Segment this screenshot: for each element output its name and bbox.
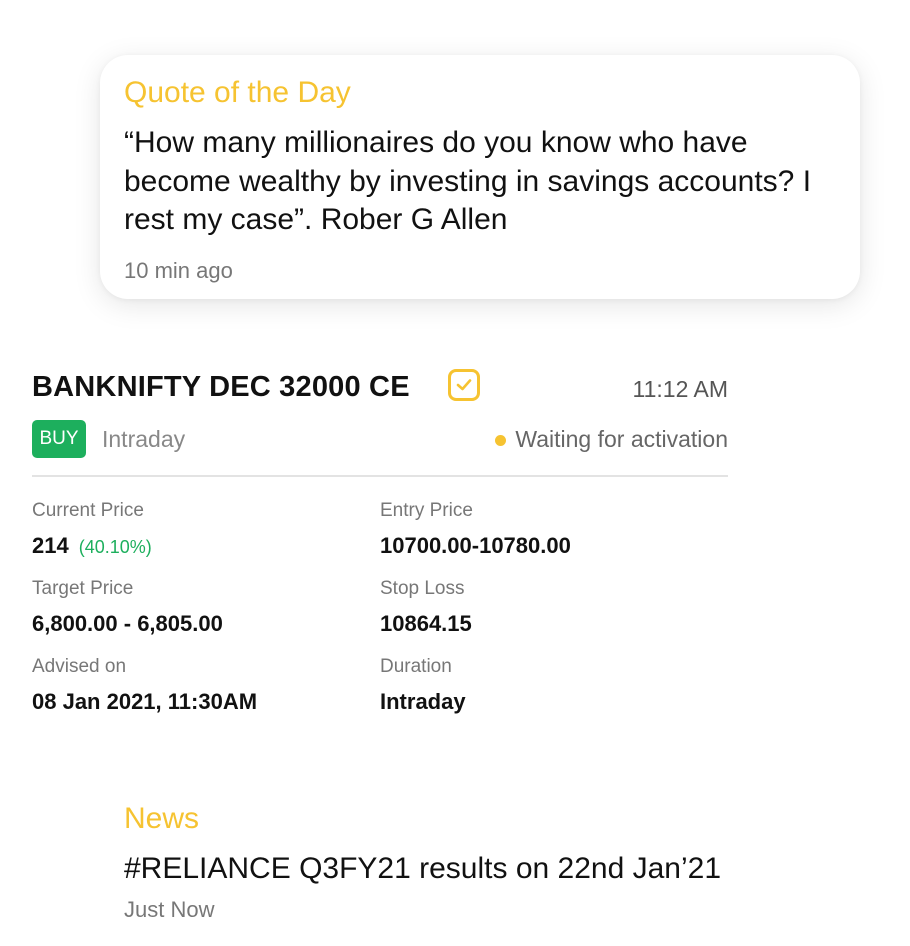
trade-header: BANKNIFTY DEC 32000 CE 11:12 AM	[32, 368, 728, 408]
stop-loss-block: Stop Loss 10864.15	[380, 578, 472, 637]
current-price-block: Current Price 214 (40.10%)	[32, 500, 152, 560]
advised-on-block: Advised on 08 Jan 2021, 11:30AM	[32, 656, 257, 715]
stop-loss-label: Stop Loss	[380, 578, 465, 599]
entry-price-value: 10700.00-10780.00	[380, 533, 571, 558]
news-heading: News	[124, 802, 200, 835]
check-square-icon[interactable]	[448, 369, 480, 401]
trade-type: Intraday	[102, 426, 186, 452]
duration-label: Duration	[380, 656, 452, 677]
current-price-label: Current Price	[32, 500, 144, 521]
target-price-label: Target Price	[32, 578, 134, 599]
target-price-block: Target Price 6,800.00 - 6,805.00	[32, 578, 223, 637]
current-price-row: 214 (40.10%)	[32, 533, 152, 560]
advised-on-label: Advised on	[32, 656, 127, 677]
quote-heading: Quote of the Day	[124, 76, 351, 109]
status-dot-icon	[495, 435, 507, 446]
duration-value: Intraday	[380, 689, 466, 714]
current-price-value: 214	[32, 533, 69, 558]
trade-time: 11:12 AM	[632, 376, 728, 402]
quote-text: “How many millionaires do you know who h…	[124, 126, 812, 236]
quote-timestamp: 10 min ago	[124, 257, 233, 283]
advised-on-value: 08 Jan 2021, 11:30AM	[32, 689, 258, 714]
entry-price-label: Entry Price	[380, 500, 473, 521]
quote-of-the-day-card[interactable]: Quote of the Day “How many millionaires …	[100, 55, 860, 299]
trade-status: Waiting for activation	[495, 426, 728, 453]
trade-card[interactable]: BANKNIFTY DEC 32000 CE 11:12 AM BUY Intr…	[32, 368, 728, 477]
stop-loss-value: 10864.15	[380, 611, 472, 636]
trade-meta-row: BUY Intraday Waiting for activation	[32, 418, 728, 462]
duration-block: Duration Intraday	[380, 656, 466, 715]
trade-symbol: BANKNIFTY DEC 32000 CE	[32, 371, 410, 403]
entry-price-block: Entry Price 10700.00-10780.00	[380, 500, 571, 559]
news-headline[interactable]: #RELIANCE Q3FY21 results on 22nd Jan’21	[124, 851, 721, 887]
status-text: Waiting for activation	[515, 426, 728, 452]
news-timestamp: Just Now	[124, 897, 215, 922]
current-price-change: (40.10%)	[78, 537, 152, 557]
target-price-value: 6,800.00 - 6,805.00	[32, 611, 223, 636]
news-item[interactable]: News #RELIANCE Q3FY21 results on 22nd Ja…	[124, 801, 721, 923]
divider	[32, 475, 728, 477]
buy-badge: BUY	[32, 420, 86, 458]
